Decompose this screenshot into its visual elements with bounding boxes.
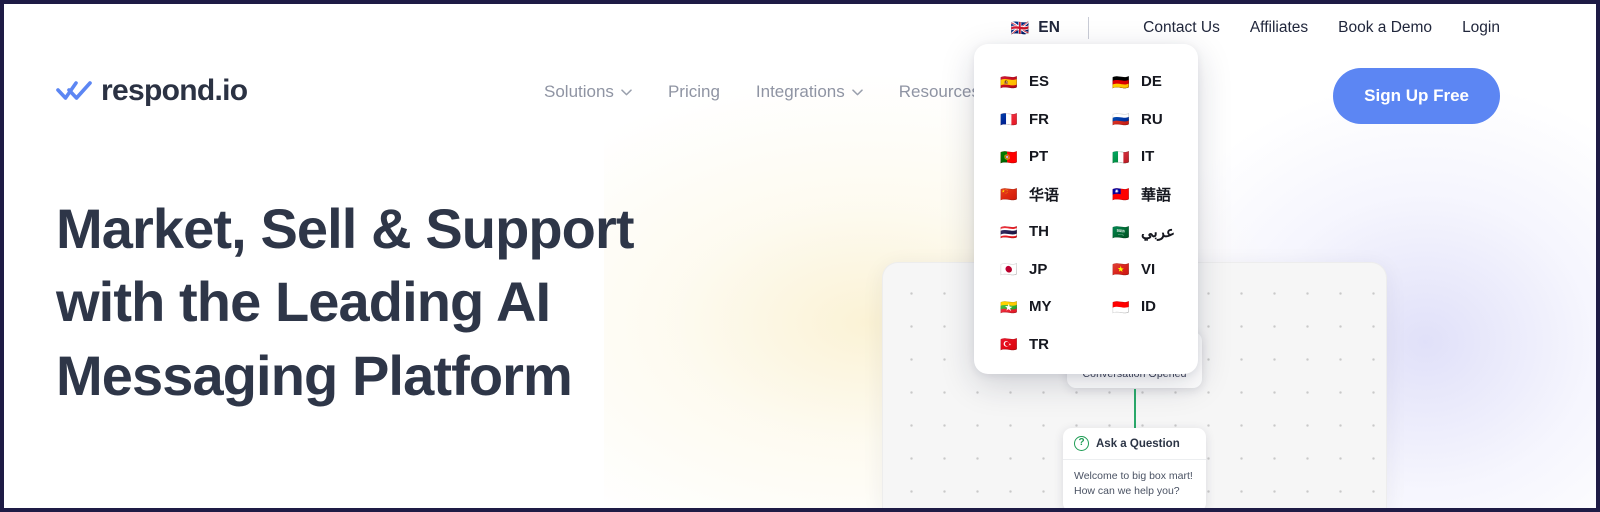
language-option-MY[interactable]: 🇲🇲 MY	[974, 288, 1086, 326]
language-option-PT[interactable]: 🇵🇹 PT	[974, 138, 1086, 176]
spain-flag-icon: 🇪🇸	[1000, 73, 1018, 90]
language-option-label: MY	[1029, 298, 1052, 316]
main-nav-links: Solutions Pricing Integrations Resources	[544, 82, 998, 102]
chevron-down-icon	[852, 88, 863, 95]
russia-flag-icon: 🇷🇺	[1112, 111, 1130, 128]
topbar-divider	[1088, 17, 1090, 39]
language-option-label: IT	[1141, 148, 1155, 166]
ask-node-header: ? Ask a Question	[1063, 428, 1206, 460]
language-selector-button[interactable]: 🇬🇧 EN	[1005, 15, 1067, 41]
language-option-label: 華語	[1141, 186, 1172, 204]
language-option-VI[interactable]: 🇻🇳 VI	[1086, 251, 1198, 289]
topbar-link-contact-us[interactable]: Contact Us	[1143, 19, 1220, 37]
topbar-link-login[interactable]: Login	[1462, 19, 1500, 37]
france-flag-icon: 🇫🇷	[1000, 111, 1018, 128]
nav-item-solutions[interactable]: Solutions	[544, 82, 632, 102]
ask-node-title: Ask a Question	[1096, 437, 1180, 450]
language-dropdown-panel: 🇪🇸 ES 🇩🇪 DE 🇫🇷 FR 🇷🇺 RU 🇵🇹 PT 🇮🇹 IT 🇨🇳 华语 🇹🇼 華語 🇹🇭 TH 🇸🇦 عر…	[974, 44, 1198, 374]
language-option-label: PT	[1029, 148, 1049, 166]
nav-item-integrations[interactable]: Integrations	[756, 82, 863, 102]
china-flag-icon: 🇨🇳	[1000, 186, 1018, 203]
logo[interactable]: respond.io	[56, 74, 248, 108]
language-option-JP[interactable]: 🇯🇵 JP	[974, 251, 1086, 289]
page-root: Conversation Opened ? Ask a Question Wel…	[4, 4, 1596, 508]
germany-flag-icon: 🇩🇪	[1112, 73, 1130, 90]
language-option-label: 华语	[1029, 186, 1060, 204]
top-utility-bar: 🇬🇧 EN Contact Us Affiliates Book a Demo …	[4, 4, 1596, 52]
italy-flag-icon: 🇮🇹	[1112, 148, 1130, 165]
myanmar-flag-icon: 🇲🇲	[1000, 298, 1018, 315]
nav-item-resources-label: Resources	[898, 82, 981, 101]
page-title: Market, Sell & Support with the Leading …	[56, 197, 635, 407]
question-circle-icon: ?	[1074, 436, 1089, 451]
taiwan-flag-icon: 🇹🇼	[1112, 186, 1130, 203]
language-selector-code: EN	[1038, 19, 1061, 36]
language-option-label: TR	[1029, 335, 1049, 353]
workflow-connector	[1134, 389, 1136, 429]
nav-item-solutions-label: Solutions	[544, 82, 614, 101]
language-option-label: ID	[1141, 298, 1156, 316]
language-option-DE[interactable]: 🇩🇪 DE	[1086, 63, 1198, 101]
nav-item-integrations-label: Integrations	[755, 82, 845, 101]
portugal-flag-icon: 🇵🇹	[1000, 148, 1018, 165]
nav-item-pricing[interactable]: Pricing	[668, 82, 720, 102]
language-option-label: FR	[1029, 110, 1049, 128]
vietnam-flag-icon: 🇻🇳	[1112, 261, 1130, 278]
japan-flag-icon: 🇯🇵	[1000, 261, 1018, 278]
language-option-IT[interactable]: 🇮🇹 IT	[1086, 138, 1198, 176]
language-option-label: ES	[1029, 73, 1050, 91]
language-option-عربي[interactable]: 🇸🇦 عربي	[1086, 213, 1198, 251]
language-option-RU[interactable]: 🇷🇺 RU	[1086, 101, 1198, 139]
topbar-link-book-a-demo[interactable]: Book a Demo	[1338, 19, 1432, 37]
chevron-down-icon	[621, 88, 632, 95]
sign-up-free-button[interactable]: Sign Up Free	[1333, 68, 1500, 124]
language-option-label: عربي	[1141, 223, 1175, 241]
language-option-label: RU	[1141, 110, 1163, 128]
language-option-TH[interactable]: 🇹🇭 TH	[974, 213, 1086, 251]
language-option-label: JP	[1029, 260, 1048, 278]
topbar-link-affiliates[interactable]: Affiliates	[1250, 19, 1308, 37]
ask-node-body-line-2: How can we help you?	[1074, 485, 1180, 498]
uk-flag-icon: 🇬🇧	[1010, 19, 1030, 37]
ask-node-body: Welcome to big box mart! How can we help…	[1063, 460, 1206, 499]
indonesia-flag-icon: 🇮🇩	[1112, 298, 1130, 315]
double-check-icon	[56, 81, 92, 100]
thailand-flag-icon: 🇹🇭	[1000, 223, 1018, 240]
hero-section: Market, Sell & Support with the Leading …	[56, 192, 696, 412]
language-option-FR[interactable]: 🇫🇷 FR	[974, 101, 1086, 139]
logo-text: respond.io	[101, 74, 248, 107]
ask-node-body-line-1: Welcome to big box mart!	[1074, 470, 1193, 482]
language-option-label: DE	[1141, 73, 1162, 91]
language-option-ID[interactable]: 🇮🇩 ID	[1086, 288, 1198, 326]
nav-item-pricing-label: Pricing	[667, 82, 720, 101]
workflow-node-ask-a-question[interactable]: ? Ask a Question Welcome to big box mart…	[1063, 428, 1206, 508]
language-option-ES[interactable]: 🇪🇸 ES	[974, 63, 1086, 101]
language-option-label: VI	[1141, 260, 1156, 278]
turkey-flag-icon: 🇹🇷	[1000, 336, 1018, 353]
language-option-label: TH	[1029, 223, 1049, 241]
language-option-华语[interactable]: 🇨🇳 华语	[974, 176, 1086, 214]
saudi-arabia-flag-icon: 🇸🇦	[1112, 223, 1130, 240]
language-option-華語[interactable]: 🇹🇼 華語	[1086, 176, 1198, 214]
language-option-TR[interactable]: 🇹🇷 TR	[974, 326, 1086, 364]
